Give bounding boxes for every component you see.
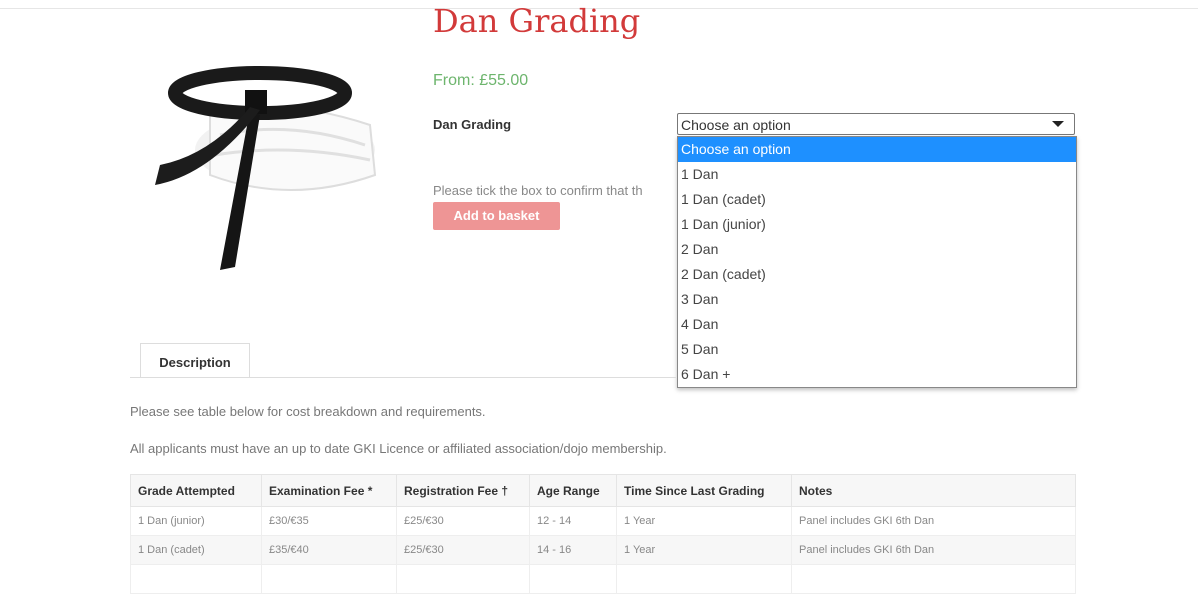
column-header: Age Range <box>529 474 617 507</box>
table-cell: 1 Year <box>616 535 792 565</box>
table-cell: 1 Dan (junior) <box>130 506 262 536</box>
column-header: Grade Attempted <box>130 474 262 507</box>
dropdown-option[interactable]: 3 Dan <box>678 287 1076 312</box>
product-price: From: £55.00 <box>433 72 529 89</box>
select-current-value: Choose an option <box>681 117 791 133</box>
dropdown-option[interactable]: 1 Dan (junior) <box>678 212 1076 237</box>
table-cell: 12 - 14 <box>529 506 617 536</box>
dropdown-option[interactable]: 5 Dan <box>678 337 1076 362</box>
table-cell: £30/€35 <box>261 506 397 536</box>
membership-requirement-text: All applicants must have an up to date G… <box>130 441 667 456</box>
tab-divider <box>130 377 676 378</box>
dropdown-option[interactable]: 4 Dan <box>678 312 1076 337</box>
product-title: Dan Grading <box>433 2 641 40</box>
caret-down-icon <box>1052 121 1064 127</box>
table-cell: Panel includes GKI 6th Dan <box>791 535 1076 565</box>
table-row: 1 Dan (cadet) £35/€40 £25/€30 14 - 16 1 … <box>130 535 1076 565</box>
column-header: Time Since Last Grading <box>616 474 792 507</box>
dan-grading-select[interactable]: Choose an option <box>677 113 1075 135</box>
dan-grading-dropdown-list: Choose an option 1 Dan 1 Dan (cadet) 1 D… <box>677 136 1077 388</box>
column-header: Registration Fee † <box>396 474 530 507</box>
dropdown-option[interactable]: 2 Dan <box>678 237 1076 262</box>
variant-label: Dan Grading <box>433 117 512 132</box>
dropdown-option[interactable]: Choose an option <box>678 137 1076 162</box>
grading-fees-table: Grade Attempted Examination Fee * Regist… <box>130 474 1076 594</box>
dropdown-option[interactable]: 1 Dan <box>678 162 1076 187</box>
table-cell: 1 Year <box>616 506 792 536</box>
table-cell: 1 Dan (cadet) <box>130 535 262 565</box>
table-cell: £25/€30 <box>396 506 530 536</box>
confirm-checkbox-text: Please tick the box to confirm that th <box>433 183 643 198</box>
dropdown-option[interactable]: 1 Dan (cadet) <box>678 187 1076 212</box>
table-row <box>130 564 1076 594</box>
dropdown-option[interactable]: 6 Dan + <box>678 362 1076 387</box>
description-text: Please see table below for cost breakdow… <box>130 404 486 419</box>
table-cell: 14 - 16 <box>529 535 617 565</box>
black-belt-product-image <box>155 66 377 270</box>
table-cell: £25/€30 <box>396 535 530 565</box>
table-cell: Panel includes GKI 6th Dan <box>791 506 1076 536</box>
table-row: 1 Dan (junior) £30/€35 £25/€30 12 - 14 1… <box>130 506 1076 536</box>
tab-description[interactable]: Description <box>140 343 250 378</box>
table-cell: £35/€40 <box>261 535 397 565</box>
column-header: Notes <box>791 474 1076 507</box>
add-to-basket-button[interactable]: Add to basket <box>433 202 560 230</box>
table-header-row: Grade Attempted Examination Fee * Regist… <box>130 474 1076 507</box>
column-header: Examination Fee * <box>261 474 397 507</box>
dropdown-option[interactable]: 2 Dan (cadet) <box>678 262 1076 287</box>
